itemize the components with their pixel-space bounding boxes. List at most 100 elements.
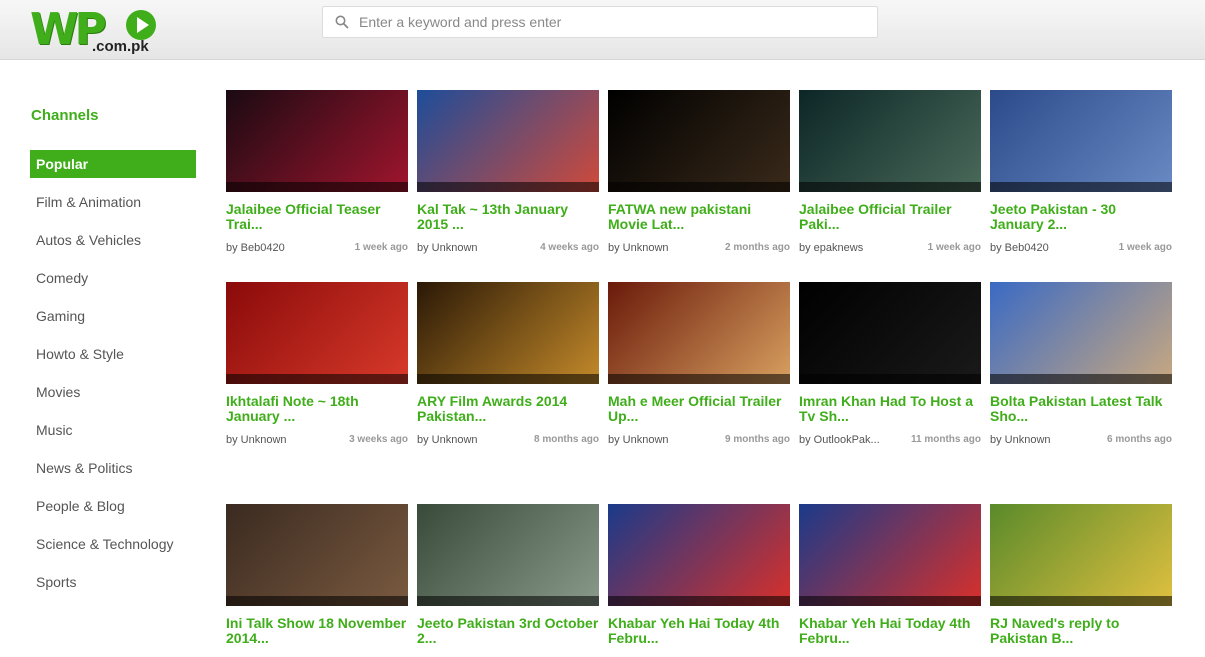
video-title[interactable]: RJ Naved's reply to Pakistan B... <box>990 616 1172 646</box>
video-card[interactable]: FATWA new pakistani Movie Lat... by Unkno… <box>608 90 790 256</box>
video-title[interactable]: Jalaibee Official Teaser Trai... <box>226 202 408 232</box>
sidebar-item-film-animation[interactable]: Film & Animation <box>30 188 196 216</box>
video-thumbnail[interactable] <box>990 90 1172 192</box>
thumbnail-overlay <box>799 374 981 384</box>
video-card[interactable]: RJ Naved's reply to Pakistan B... <box>990 504 1172 646</box>
sidebar-item-science-technology[interactable]: Science & Technology <box>30 530 196 558</box>
video-title[interactable]: Ikhtalafi Note ~ 18th January ... <box>226 394 408 424</box>
thumbnail-overlay <box>226 374 408 384</box>
search-box <box>322 6 878 38</box>
sidebar-item-gaming[interactable]: Gaming <box>30 302 196 330</box>
video-card[interactable]: Mah e Meer Official Trailer Up... by Unkn… <box>608 282 790 448</box>
sidebar-item-comedy[interactable]: Comedy <box>30 264 196 292</box>
thumbnail-overlay <box>226 596 408 606</box>
video-thumbnail[interactable] <box>990 282 1172 384</box>
video-title[interactable]: Mah e Meer Official Trailer Up... <box>608 394 790 424</box>
thumbnail-overlay <box>990 374 1172 384</box>
video-card[interactable]: Kal Tak ~ 13th January 2015 ... by Unknow… <box>417 90 599 256</box>
video-author: by Unknown <box>226 434 287 446</box>
video-age: 11 months ago <box>910 434 981 445</box>
video-thumbnail[interactable] <box>226 90 408 192</box>
video-card[interactable]: Ikhtalafi Note ~ 18th January ... by Unkn… <box>226 282 408 448</box>
video-card[interactable]: Jeeto Pakistan 3rd October 2... <box>417 504 599 646</box>
video-author: by Beb0420 <box>990 242 1049 254</box>
video-card[interactable]: Jeeto Pakistan - 30 January 2... by Beb04… <box>990 90 1172 256</box>
video-thumbnail[interactable] <box>608 90 790 192</box>
thumbnail-overlay <box>608 182 790 192</box>
sidebar-item-movies[interactable]: Movies <box>30 378 196 406</box>
video-card[interactable]: ARY Film Awards 2014 Pakistan... by Unkno… <box>417 282 599 448</box>
video-thumbnail[interactable] <box>417 90 599 192</box>
sidebar-item-popular[interactable]: Popular <box>30 150 196 178</box>
thumbnail-overlay <box>990 182 1172 192</box>
thumbnail-overlay <box>417 374 599 384</box>
video-age: 3 weeks ago <box>349 434 408 445</box>
video-card[interactable]: Khabar Yeh Hai Today 4th Febru... <box>608 504 790 646</box>
video-card[interactable]: Imran Khan Had To Host a Tv Sh... by Outl… <box>799 282 981 448</box>
channels-sidebar: Channels Popular Film & Animation Autos & … <box>30 100 196 606</box>
video-title[interactable]: Imran Khan Had To Host a Tv Sh... <box>799 394 981 424</box>
thumbnail-overlay <box>608 374 790 384</box>
video-author: by Unknown <box>608 434 669 446</box>
video-card[interactable]: Ini Talk Show 18 November 2014... <box>226 504 408 646</box>
video-title[interactable]: Jeeto Pakistan 3rd October 2... <box>417 616 599 646</box>
thumbnail-overlay <box>417 182 599 192</box>
thumbnail-overlay <box>608 596 790 606</box>
video-title[interactable]: Ini Talk Show 18 November 2014... <box>226 616 408 646</box>
video-card[interactable]: Bolta Pakistan Latest Talk Sho... by Unkn… <box>990 282 1172 448</box>
video-thumbnail[interactable] <box>799 504 981 606</box>
video-meta: by Unknown 9 months ago <box>608 434 790 448</box>
video-thumbnail[interactable] <box>799 90 981 192</box>
thumbnail-overlay <box>799 596 981 606</box>
sidebar-item-autos-vehicles[interactable]: Autos & Vehicles <box>30 226 196 254</box>
video-title[interactable]: Jeeto Pakistan - 30 January 2... <box>990 202 1172 232</box>
video-age: 2 months ago <box>724 242 790 253</box>
video-author: by epaknews <box>799 242 864 254</box>
video-thumbnail[interactable] <box>417 504 599 606</box>
video-thumbnail[interactable] <box>226 504 408 606</box>
video-age: 9 months ago <box>724 434 790 445</box>
video-thumbnail[interactable] <box>417 282 599 384</box>
video-card[interactable]: Khabar Yeh Hai Today 4th Febru... <box>799 504 981 646</box>
sidebar-item-news-politics[interactable]: News & Politics <box>30 454 196 482</box>
search-input[interactable] <box>359 7 869 37</box>
video-age: 4 weeks ago <box>540 242 599 253</box>
site-logo[interactable]: WP .com.pk <box>30 6 160 58</box>
thumbnail-overlay <box>990 596 1172 606</box>
play-icon <box>126 10 156 40</box>
video-meta: by Unknown 2 months ago <box>608 242 790 256</box>
video-title[interactable]: ARY Film Awards 2014 Pakistan... <box>417 394 599 424</box>
sidebar-item-people-blog[interactable]: People & Blog <box>30 492 196 520</box>
thumbnail-overlay <box>226 182 408 192</box>
video-title[interactable]: Khabar Yeh Hai Today 4th Febru... <box>608 616 790 646</box>
video-title[interactable]: Kal Tak ~ 13th January 2015 ... <box>417 202 599 232</box>
video-thumbnail[interactable] <box>608 282 790 384</box>
video-card[interactable]: Jalaibee Official Teaser Trai... by Beb04… <box>226 90 408 256</box>
video-meta: by Unknown 4 weeks ago <box>417 242 599 256</box>
video-author: by Beb0420 <box>226 242 285 254</box>
channel-list: Popular Film & Animation Autos & Vehicles C… <box>30 150 196 596</box>
sidebar-item-music[interactable]: Music <box>30 416 196 444</box>
video-thumbnail[interactable] <box>608 504 790 606</box>
video-title[interactable]: Khabar Yeh Hai Today 4th Febru... <box>799 616 981 646</box>
video-thumbnail[interactable] <box>799 282 981 384</box>
video-title[interactable]: Jalaibee Official Trailer Paki... <box>799 202 981 232</box>
video-age: 1 week ago <box>927 242 981 253</box>
video-thumbnail[interactable] <box>226 282 408 384</box>
video-meta: by epaknews 1 week ago <box>799 242 981 256</box>
video-meta: by Unknown 8 months ago <box>417 434 599 448</box>
site-header: WP .com.pk <box>0 0 1205 60</box>
video-thumbnail[interactable] <box>990 504 1172 606</box>
thumbnail-overlay <box>799 182 981 192</box>
channels-heading: Channels <box>31 107 99 124</box>
video-age: 8 months ago <box>533 434 599 445</box>
video-author: by Unknown <box>990 434 1051 446</box>
sidebar-item-sports[interactable]: Sports <box>30 568 196 596</box>
video-meta: by Unknown 6 months ago <box>990 434 1172 448</box>
video-card[interactable]: Jalaibee Official Trailer Paki... by epak… <box>799 90 981 256</box>
video-author: by OutlookPak... <box>799 434 880 446</box>
sidebar-item-howto-style[interactable]: Howto & Style <box>30 340 196 368</box>
video-meta: by Unknown 3 weeks ago <box>226 434 408 448</box>
video-title[interactable]: Bolta Pakistan Latest Talk Sho... <box>990 394 1172 424</box>
video-title[interactable]: FATWA new pakistani Movie Lat... <box>608 202 790 232</box>
